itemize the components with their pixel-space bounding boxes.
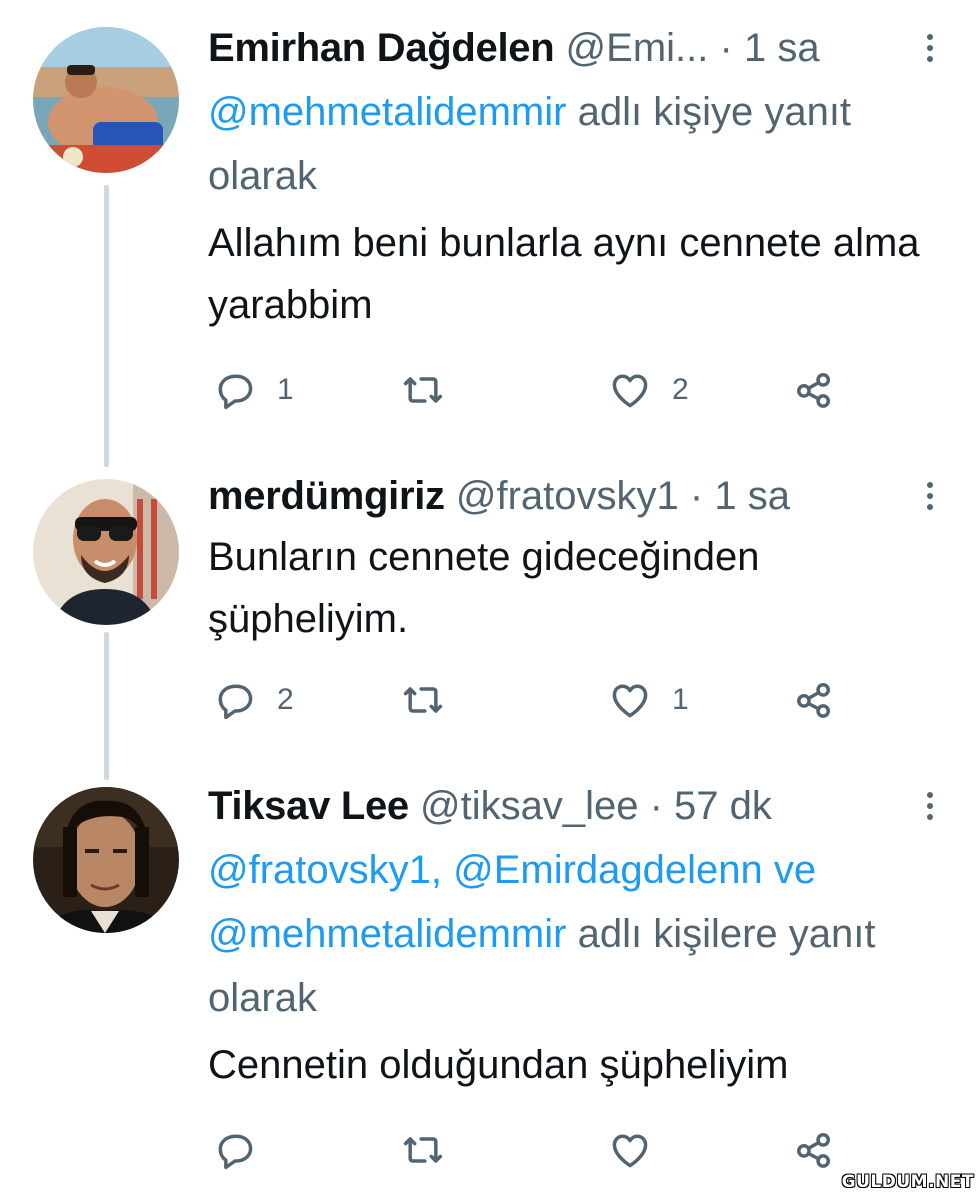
reply-count: 2 [277,683,294,716]
reply-count: 1 [277,373,294,406]
more-icon[interactable] [920,478,940,518]
mention-link[interactable]: @mehmetalidemmir [208,912,566,956]
thread-line [104,632,109,780]
separator-dot: · [649,784,663,828]
share-button[interactable] [792,675,836,725]
display-name[interactable]: Emirhan Dağdelen [208,26,555,70]
share-button[interactable] [792,1125,836,1175]
tweet-text: Cennetin olduğundan şüpheliyim [208,1043,789,1087]
retweet-icon [403,687,443,713]
share-button[interactable] [792,365,836,415]
like-icon [612,374,648,408]
tweet-text: Allahım beni bunlarla aynı cennete alma … [208,221,920,327]
like-button[interactable] [608,1125,672,1175]
user-handle[interactable]: @tiksav_lee [420,784,638,828]
share-icon [797,683,831,718]
like-count: 2 [672,373,689,406]
reply-context: @mehmetalidemmir adlı kişiye yanıt olara… [208,80,940,208]
display-name[interactable]: merdümgiriz [208,474,445,518]
like-count: 1 [672,683,689,716]
avatar[interactable] [33,787,179,933]
timestamp[interactable]: 1 sa [714,474,790,518]
tweet-header: Emirhan Dağdelen @Emi... · 1 sa [208,18,940,78]
share-icon [797,1133,831,1168]
separator-dot: · [719,26,733,70]
reply-button[interactable]: 1 [213,365,294,415]
tweet-header: Tiksav Lee @tiksav_lee · 57 dk [208,776,940,836]
user-handle[interactable]: @Emi... [566,26,709,70]
more-icon[interactable] [920,30,940,70]
reply-icon [218,374,253,410]
timestamp[interactable]: 57 dk [674,784,772,828]
mention-conjunction: ve [762,848,817,892]
thread-line [104,185,109,467]
like-button[interactable]: 2 [608,365,689,415]
separator-dot: · [689,474,704,518]
tweet-header: merdümgiriz @fratovsky1 · 1 sa [208,466,940,526]
mention-link[interactable]: @mehmetalidemmir [208,90,566,134]
reply-icon [218,684,253,720]
watermark-logo: GULDUM.NET [841,1172,974,1192]
user-handle[interactable]: @fratovsky1 [456,474,679,518]
avatar[interactable] [33,479,179,625]
mention-link[interactable]: @fratovsky1, @Emirdagdelenn [208,848,763,892]
retweet-button[interactable] [401,365,465,415]
display-name[interactable]: Tiksav Lee [208,784,409,828]
tweet-text: Bunların cennete gideceğinden şüpheliyim… [208,535,760,641]
reply-button[interactable] [213,1125,277,1175]
retweet-button[interactable] [401,675,465,725]
tweet-actions: 1 2 [208,365,848,415]
share-icon [797,373,831,408]
reply-context: @fratovsky1, @Emirdagdelenn ve @mehmetal… [208,838,940,1030]
reply-button[interactable]: 2 [213,675,294,725]
avatar[interactable] [33,27,179,173]
like-icon [612,684,648,718]
reply-icon [218,1134,253,1170]
like-button[interactable]: 1 [608,675,689,725]
tweet-actions [208,1125,848,1175]
retweet-button[interactable] [401,1125,465,1175]
tweet-actions: 2 1 [208,675,848,725]
like-icon [612,1134,648,1168]
retweet-icon [403,377,443,403]
more-icon[interactable] [920,788,940,828]
retweet-icon [403,1137,443,1163]
timestamp[interactable]: 1 sa [744,26,820,70]
